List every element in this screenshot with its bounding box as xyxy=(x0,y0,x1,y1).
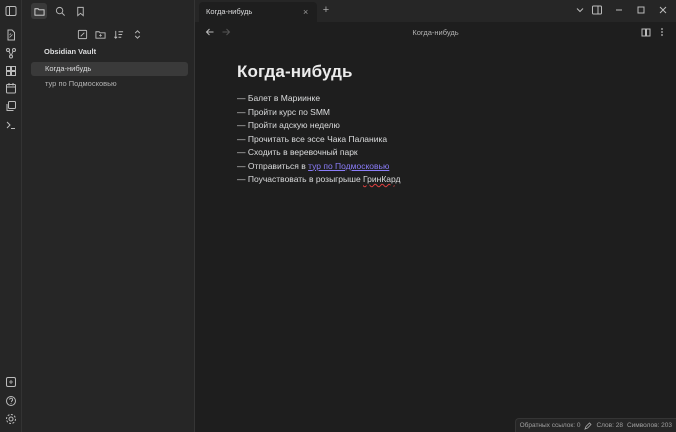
copy-icon[interactable] xyxy=(5,100,17,112)
list-item-text: — Отправиться в xyxy=(237,160,309,171)
view-header: Когда-нибудь xyxy=(195,22,676,44)
misspelled-word: ГринКард xyxy=(363,174,401,184)
bookmark-icon[interactable] xyxy=(72,3,88,19)
word-count: Слов: 28 xyxy=(596,422,623,429)
tab-list-dropdown-icon[interactable] xyxy=(574,4,586,16)
new-tab-button[interactable]: + xyxy=(320,4,332,16)
file-item[interactable]: тур по Подмосковью xyxy=(31,77,188,91)
view-title[interactable]: Когда-нибудь xyxy=(195,28,676,37)
canvas-icon[interactable] xyxy=(5,65,17,77)
file-nav-actions xyxy=(22,28,195,42)
file-item-label: Когда-нибудь xyxy=(45,64,92,73)
more-options-icon[interactable] xyxy=(657,27,668,38)
file-explorer-sidebar: Obsidian Vault Когда-нибудь тур по Подмо… xyxy=(22,0,195,432)
tab-strip: Когда-нибудь × + xyxy=(195,0,676,22)
sort-icon[interactable] xyxy=(113,29,124,40)
vault-switch-icon[interactable] xyxy=(5,376,17,388)
close-tab-icon[interactable]: × xyxy=(303,2,311,22)
left-ribbon xyxy=(0,0,22,432)
note-heading: Когда-нибудь xyxy=(237,62,353,81)
list-item: — Сходить в веревочный парк xyxy=(237,147,358,157)
sidebar-tab-bar xyxy=(22,0,195,22)
list-item: — Балет в Мариинке xyxy=(237,93,321,103)
tab-label: Когда-нибудь xyxy=(206,7,253,16)
list-item: — Прочитать все эссе Чака Паланика xyxy=(237,133,388,144)
graph-icon[interactable] xyxy=(5,47,17,59)
list-item: — Пройти адскую неделю xyxy=(237,120,340,130)
calendar-icon[interactable] xyxy=(5,82,17,94)
file-item[interactable]: Когда-нибудь xyxy=(31,62,188,76)
reading-view-icon[interactable] xyxy=(641,27,652,38)
file-explorer-tab-icon[interactable] xyxy=(31,3,47,19)
status-bar: Обратных ссылок: 0 Слов: 28 Символов: 20… xyxy=(514,418,676,432)
internal-link[interactable]: тур по Подмосковью xyxy=(308,161,389,171)
new-folder-icon[interactable] xyxy=(95,29,106,40)
help-icon[interactable] xyxy=(5,395,17,407)
list-item-text: — Поучаствовать в розыгрыше xyxy=(237,174,364,184)
minimize-icon[interactable] xyxy=(613,4,625,16)
list-item: — Отправиться в тур по Подмосковью xyxy=(237,160,657,174)
new-note-icon[interactable] xyxy=(77,29,88,40)
terminal-icon[interactable] xyxy=(5,119,17,131)
right-sidebar-toggle-icon[interactable] xyxy=(591,4,603,16)
file-item-label: тур по Подмосковью xyxy=(45,79,117,88)
close-window-icon[interactable] xyxy=(657,4,669,16)
search-icon[interactable] xyxy=(52,3,68,19)
backlinks-count[interactable]: Обратных ссылок: 0 xyxy=(520,419,581,432)
list-item: — Поучаствовать в розыгрыше ГринКард xyxy=(237,173,657,187)
note-editor[interactable]: Когда-нибудь — Балет в Мариинке — Пройти… xyxy=(237,62,657,187)
files-icon[interactable] xyxy=(5,29,17,41)
sidebar-toggle-icon[interactable] xyxy=(5,5,17,17)
tab-active-note[interactable]: Когда-нибудь × xyxy=(199,2,317,22)
char-count: Символов: 203 xyxy=(626,422,672,429)
maximize-icon[interactable] xyxy=(635,4,647,16)
edit-mode-icon[interactable] xyxy=(584,421,593,430)
settings-icon[interactable] xyxy=(5,413,17,425)
list-item: — Пройти курс по SMM xyxy=(237,106,331,117)
collapse-all-icon[interactable] xyxy=(132,29,143,40)
vault-name[interactable]: Obsidian Vault xyxy=(44,47,96,56)
